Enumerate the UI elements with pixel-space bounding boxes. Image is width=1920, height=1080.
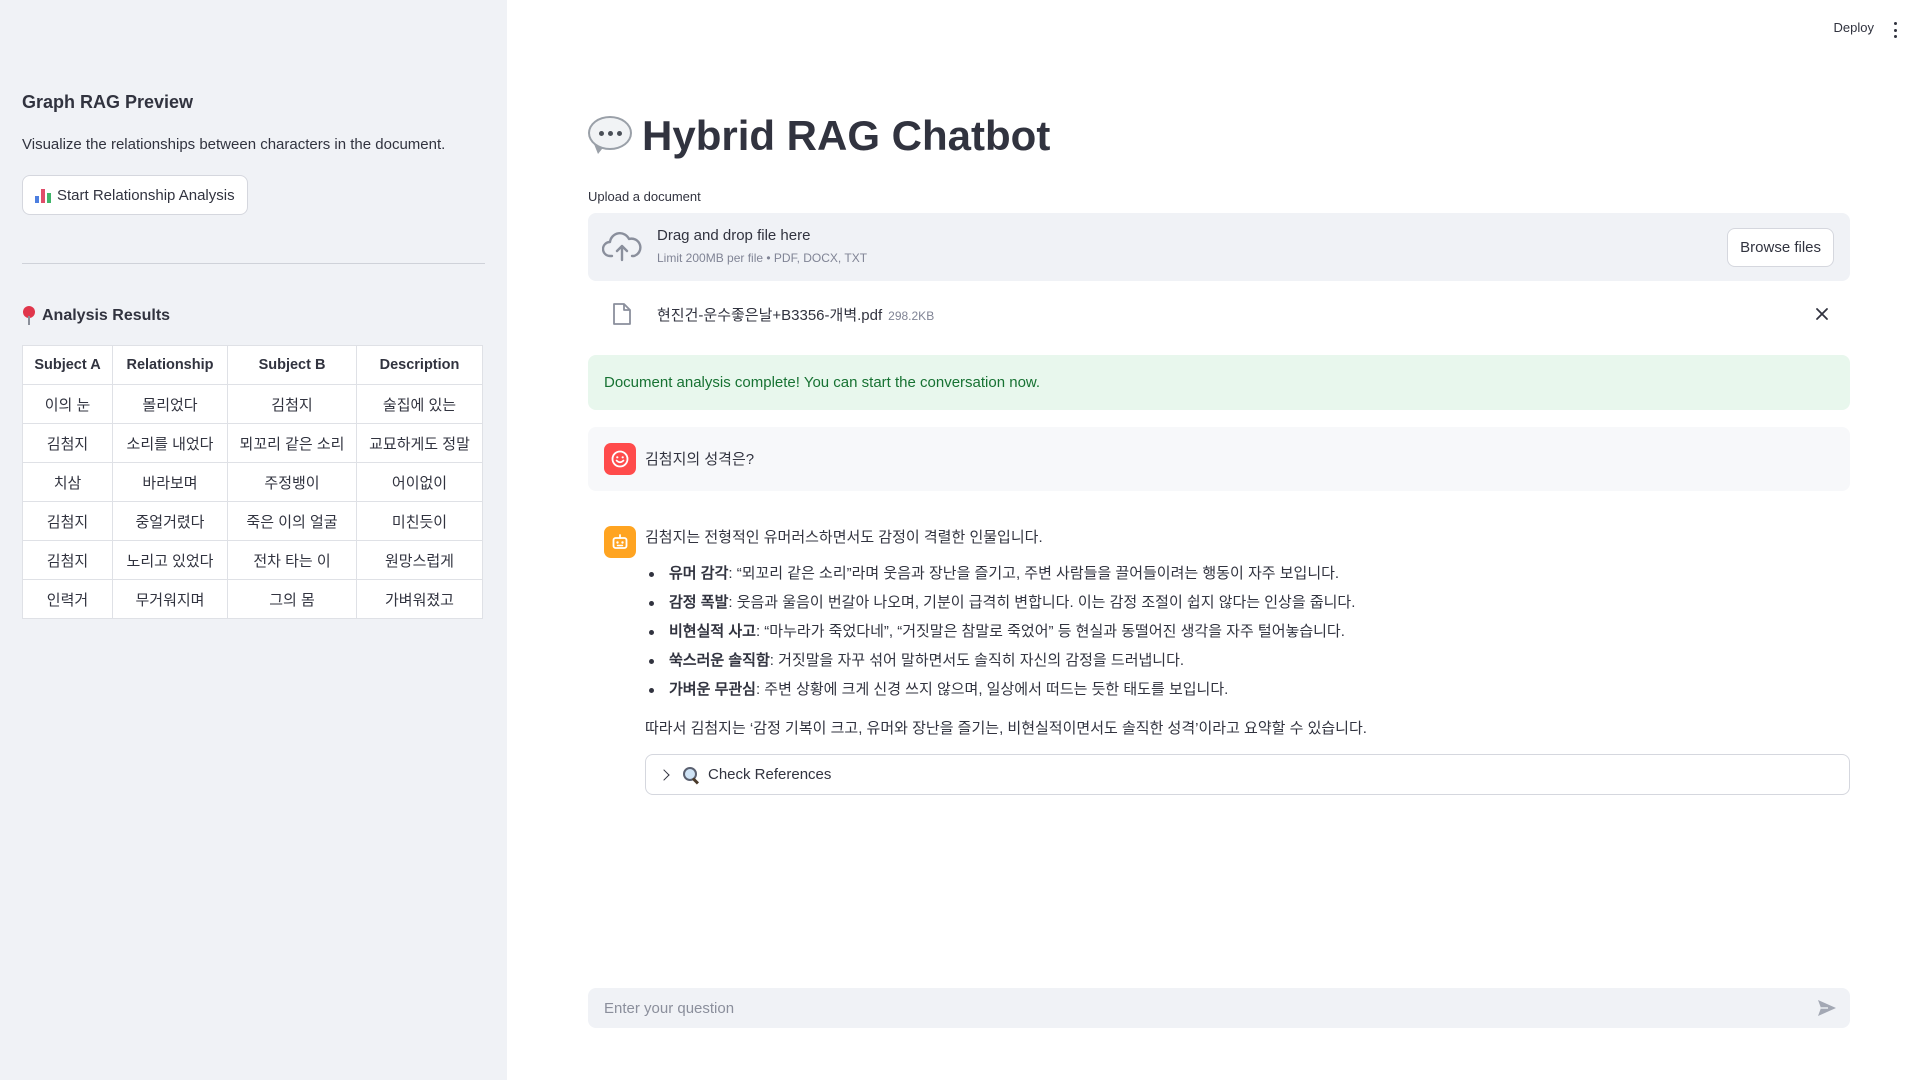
bar-chart-icon — [35, 187, 51, 203]
table-cell: 김첨지 — [22, 423, 113, 463]
close-icon[interactable] — [1814, 306, 1830, 322]
speech-bubble-icon — [588, 116, 632, 156]
chevron-right-icon — [658, 768, 670, 781]
relationship-table: Subject A Relationship Subject B Descrip… — [22, 345, 483, 619]
table-cell: 노리고 있었다 — [112, 540, 228, 580]
table-cell: 김첨지 — [22, 501, 113, 541]
table-row: 김첨지 소리를 내었다 뫼꼬리 같은 소리 교묘하게도 정말 — [22, 423, 483, 463]
user-message-text: 김첨지의 성격은? — [645, 451, 755, 468]
upload-label: Upload a document — [588, 189, 701, 204]
table-cell: 치삼 — [22, 462, 113, 502]
table-cell: 죽은 이의 얼굴 — [227, 501, 357, 541]
assistant-intro: 김첨지는 전형적인 유머러스하면서도 감정이 격렬한 인물입니다. — [645, 529, 1043, 546]
user-avatar — [604, 443, 636, 475]
start-relationship-analysis-button[interactable]: Start Relationship Analysis — [22, 175, 248, 215]
browse-files-button[interactable]: Browse files — [1727, 228, 1834, 267]
point-term: 가벼운 무관심 — [669, 681, 756, 698]
table-cell: 전차 타는 이 — [227, 540, 357, 580]
point-term: 감정 폭발 — [669, 594, 729, 611]
list-item: 비현실적 사고: “마누라가 죽었다네”, “거짓말은 참말로 죽었어” 등 현… — [649, 619, 1850, 648]
sidebar-title: Graph RAG Preview — [22, 92, 194, 112]
file-name-text: 현진건-운수좋은날+B3356-개벽.pdf — [657, 307, 883, 324]
sidebar-divider — [22, 263, 485, 264]
assistant-avatar — [604, 526, 636, 558]
table-cell: 그의 몸 — [227, 579, 357, 619]
column-header-subject-b[interactable]: Subject B — [227, 345, 357, 385]
table-header-row: Subject A Relationship Subject B Descrip… — [22, 345, 483, 385]
column-header-description[interactable]: Description — [356, 345, 483, 385]
file-name: 현진건-운수좋은날+B3356-개벽.pdf 298.2KB — [657, 304, 934, 325]
point-text: : “뫼꼬리 같은 소리”라며 웃음과 장난을 즐기고, 주변 사람들을 끌어들… — [728, 565, 1340, 582]
file-dropzone[interactable]: Drag and drop file here Limit 200MB per … — [588, 213, 1850, 281]
table-cell: 김첨지 — [227, 384, 357, 424]
table-row: 인력거 무거워지며 그의 몸 가벼워졌고 — [22, 579, 483, 619]
table-cell: 가벼워졌고 — [356, 579, 483, 619]
list-item: 유머 감각: “뫼꼬리 같은 소리”라며 웃음과 장난을 즐기고, 주변 사람들… — [649, 561, 1850, 590]
robot-icon — [612, 534, 628, 549]
uploaded-file: 현진건-운수좋은날+B3356-개벽.pdf 298.2KB — [588, 298, 1850, 332]
table-row: 김첨지 중얼거렸다 죽은 이의 얼굴 미친듯이 — [22, 501, 483, 541]
success-alert: Document analysis complete! You can star… — [588, 355, 1850, 410]
page-title: Hybrid RAG Chatbot — [588, 112, 1050, 160]
dropzone-limits: Limit 200MB per file • PDF, DOCX, TXT — [657, 251, 868, 265]
point-text: : “마누라가 죽었다네”, “거짓말은 참말로 죽었어” 등 현실과 동떨어진… — [755, 623, 1345, 640]
start-relationship-analysis-label: Start Relationship Analysis — [57, 186, 235, 204]
point-text: : 주변 상황에 크게 신경 쓰지 않으며, 일상에서 떠드는 듯한 태도를 보… — [755, 681, 1229, 698]
smile-icon — [611, 450, 629, 468]
send-icon[interactable] — [1816, 998, 1838, 1018]
chat-input[interactable] — [588, 988, 1798, 1028]
table-cell: 교묘하게도 정말 — [356, 423, 483, 463]
magnifier-icon — [682, 766, 700, 784]
table-cell: 이의 눈 — [22, 384, 113, 424]
analysis-results-title: Analysis Results — [42, 307, 171, 324]
list-item: 쑥스러운 솔직함: 거짓말을 자꾸 섞어 말하면서도 솔직히 자신의 감정을 드… — [649, 648, 1850, 677]
table-cell: 소리를 내었다 — [112, 423, 228, 463]
table-cell: 중얼거렸다 — [112, 501, 228, 541]
column-header-subject-a[interactable]: Subject A — [22, 345, 113, 385]
dropzone-instructions: Drag and drop file here — [657, 227, 811, 244]
table-cell: 원망스럽게 — [356, 540, 483, 580]
sidebar: Graph RAG Preview Visualize the relation… — [0, 0, 507, 1080]
table-cell: 무거워지며 — [112, 579, 228, 619]
table-row: 치삼 바라보며 주정뱅이 어이없이 — [22, 462, 483, 502]
assistant-summary: 따라서 김첨지는 ‘감정 기복이 크고, 유머와 장난을 즐기는, 비현실적이면… — [645, 720, 1367, 737]
table-cell: 주정뱅이 — [227, 462, 357, 502]
analysis-results-heading: Analysis Results — [22, 306, 170, 326]
user-chat-message: 김첨지의 성격은? — [588, 427, 1850, 491]
cloud-upload-icon — [602, 232, 642, 262]
table-cell: 뫼꼬리 같은 소리 — [227, 423, 357, 463]
list-item: 가벼운 무관심: 주변 상황에 크게 신경 쓰지 않으며, 일상에서 떠드는 듯… — [649, 677, 1850, 706]
assistant-message-body: 김첨지는 전형적인 유머러스하면서도 감정이 격렬한 인물입니다. 유머 감각:… — [645, 520, 1850, 795]
point-term: 비현실적 사고 — [669, 623, 756, 640]
table-row: 김첨지 노리고 있었다 전차 타는 이 원망스럽게 — [22, 540, 483, 580]
table-cell: 몰리었다 — [112, 384, 228, 424]
table-cell: 김첨지 — [22, 540, 113, 580]
file-icon — [613, 303, 631, 325]
list-item: 감정 폭발: 웃음과 울음이 번갈아 나오며, 기분이 급격히 변합니다. 이는… — [649, 590, 1850, 619]
check-references-expander[interactable]: Check References — [645, 754, 1850, 795]
table-cell: 술집에 있는 — [356, 384, 483, 424]
table-cell: 어이없이 — [356, 462, 483, 502]
file-size: 298.2KB — [888, 309, 935, 323]
table-cell: 인력거 — [22, 579, 113, 619]
point-term: 쑥스러운 솔직함 — [669, 652, 770, 669]
page-title-text: Hybrid RAG Chatbot — [642, 112, 1051, 159]
sidebar-description: Visualize the relationships between char… — [22, 136, 446, 153]
point-text: : 웃음과 울음이 번갈아 나오며, 기분이 급격히 변합니다. 이는 감정 조… — [728, 594, 1356, 611]
point-text: : 거짓말을 자꾸 섞어 말하면서도 솔직히 자신의 감정을 드러냅니다. — [769, 652, 1185, 669]
check-references-label: Check References — [708, 766, 832, 783]
assistant-points-list: 유머 감각: “뫼꼬리 같은 소리”라며 웃음과 장난을 즐기고, 주변 사람들… — [645, 561, 1850, 706]
table-cell: 미친듯이 — [356, 501, 483, 541]
main-menu-icon[interactable] — [1890, 20, 1900, 40]
chat-input-container — [588, 988, 1850, 1028]
column-header-relationship[interactable]: Relationship — [112, 345, 228, 385]
deploy-button[interactable]: Deploy — [1834, 20, 1874, 35]
pin-icon — [22, 306, 36, 326]
table-row: 이의 눈 몰리었다 김첨지 술집에 있는 — [22, 384, 483, 424]
point-term: 유머 감각 — [669, 565, 729, 582]
table-cell: 바라보며 — [112, 462, 228, 502]
